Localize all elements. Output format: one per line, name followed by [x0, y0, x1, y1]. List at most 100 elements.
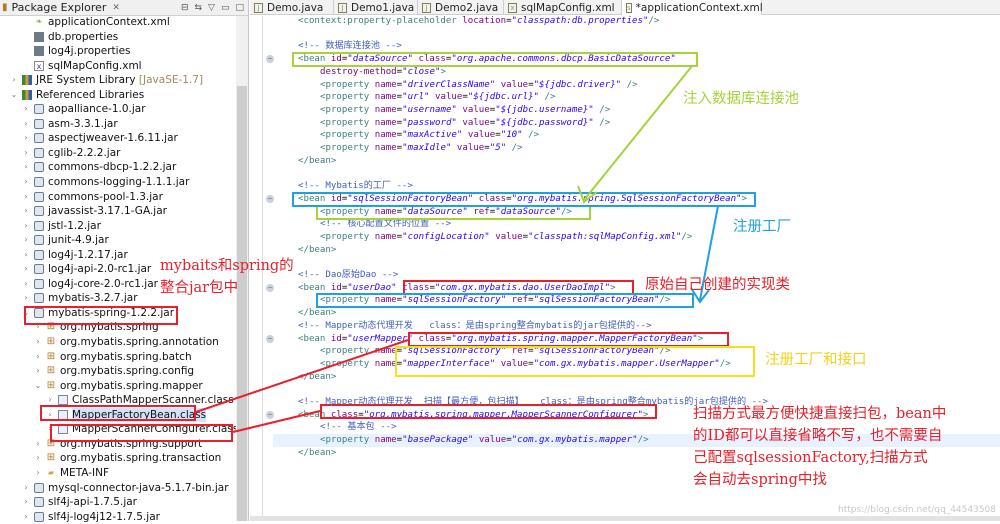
- chevron-right-icon[interactable]: ›: [22, 117, 30, 132]
- tree-item-label: jstl-1.2.jar: [48, 219, 101, 232]
- chevron-right-icon[interactable]: ›: [22, 277, 30, 292]
- tree-item[interactable]: › ⊞ org.mybatis.spring.config: [0, 364, 236, 379]
- view-menu-icon[interactable]: ▽: [208, 3, 215, 13]
- chevron-right-icon[interactable]: ›: [34, 451, 42, 466]
- xml-tag: </bean>: [298, 371, 337, 382]
- tree-item[interactable]: › ⊞ org.mybatis.spring.batch: [0, 350, 236, 365]
- code-line[interactable]: </bean>: [298, 244, 336, 257]
- chevron-right-icon[interactable]: ›: [22, 510, 30, 524]
- editor-tabs: J Demo.java J Demo1.java J Demo2.java x sqlMapC…: [250, 0, 1000, 15]
- link-with-editor-icon[interactable]: ⇆: [195, 3, 203, 13]
- jar-icon: [34, 118, 44, 129]
- chevron-right-icon[interactable]: ›: [22, 291, 30, 306]
- scrollbar-thumb[interactable]: [237, 86, 247, 521]
- tree-item[interactable]: db.properties: [0, 30, 236, 45]
- chevron-right-icon[interactable]: ›: [22, 204, 30, 219]
- tree-item[interactable]: › ⊞ org.mybatis.spring.annotation: [0, 335, 236, 350]
- code-line[interactable]: <property name="maxIdle" value="5" />: [320, 142, 523, 155]
- chevron-right-icon[interactable]: ›: [22, 233, 30, 248]
- tree-item[interactable]: log4j.properties: [0, 44, 236, 59]
- editor-tab[interactable]: J Demo.java: [250, 0, 334, 15]
- tree-item[interactable]: ⌄ ⊞ org.mybatis.spring.mapper: [0, 379, 236, 394]
- fold-toggle-icon[interactable]: −: [266, 55, 274, 64]
- chevron-right-icon[interactable]: ›: [22, 262, 30, 277]
- close-icon[interactable]: ✕: [112, 3, 120, 13]
- tree-item[interactable]: ⌄ Referenced Libraries: [0, 88, 236, 103]
- tree-item[interactable]: › ⊞ org.mybatis.spring.transaction: [0, 451, 236, 466]
- chevron-right-icon[interactable]: ›: [34, 364, 42, 379]
- xml-value: "basePackage": [402, 435, 474, 446]
- chevron-right-icon[interactable]: ›: [22, 146, 30, 161]
- tree-item[interactable]: › mysql-connector-java-5.1.7-bin.jar: [0, 481, 236, 496]
- editor-tab[interactable]: x sqlMapConfig.xml: [504, 0, 622, 15]
- tree-item[interactable]: x sqlMapConfig.xml: [0, 59, 236, 74]
- chevron-right-icon[interactable]: ›: [34, 437, 42, 452]
- tree-item[interactable]: › slf4j-log4j12-1.7.5.jar: [0, 510, 236, 524]
- tree-item[interactable]: › slf4j-api-1.7.5.jar: [0, 495, 236, 510]
- tree-item[interactable]: › javassist-3.17.1-GA.jar: [0, 204, 236, 219]
- code-line[interactable]: </bean>: [298, 371, 336, 384]
- tree-item[interactable]: › ▰ META-INF: [0, 466, 236, 481]
- code-line[interactable]: <property name="driverClassName" value="…: [320, 79, 638, 92]
- fold-toggle-icon[interactable]: −: [266, 194, 274, 203]
- chevron-right-icon[interactable]: ›: [22, 495, 30, 510]
- code-line[interactable]: <!-- Dao原始Dao -->: [298, 269, 398, 282]
- fold-toggle-icon[interactable]: −: [266, 334, 274, 343]
- chevron-right-icon[interactable]: ›: [22, 131, 30, 146]
- editor-tab[interactable]: J Demo2.java: [418, 0, 504, 15]
- tree-item[interactable]: › commons-logging-1.1.1.jar: [0, 175, 236, 190]
- code-line[interactable]: <context:property-placeholder location="…: [298, 15, 659, 28]
- jar-icon: [34, 162, 44, 173]
- tree-item[interactable]: › aopalliance-1.0.jar: [0, 102, 236, 117]
- chevron-right-icon[interactable]: ›: [10, 73, 18, 88]
- tree-item-label: cglib-2.2.2.jar: [48, 146, 121, 159]
- chevron-right-icon[interactable]: ›: [22, 175, 30, 190]
- code-line[interactable]: <property name="configLocation" value="c…: [320, 231, 692, 244]
- tree-item[interactable]: ❧ applicationContext.xml: [0, 15, 236, 30]
- tree-item[interactable]: › junit-4.9.jar: [0, 233, 236, 248]
- editor-tab[interactable]: s *applicationContext.xml: [622, 0, 763, 15]
- fold-toggle-icon[interactable]: −: [266, 410, 274, 419]
- code-line[interactable]: <!-- Mapper动态代理开发 class：是由spring整合mybati…: [298, 320, 652, 333]
- code-line[interactable]: <property name="username" value="${jdbc.…: [320, 104, 610, 117]
- code-line[interactable]: <property name="url" value="${jdbc.url}"…: [320, 91, 555, 104]
- tree-item[interactable]: › jstl-1.2.jar: [0, 219, 236, 234]
- maximize-icon[interactable]: □: [235, 3, 244, 13]
- chevron-down-icon[interactable]: ⌄: [34, 379, 42, 394]
- chevron-right-icon[interactable]: ›: [34, 466, 42, 481]
- tree-item[interactable]: › asm-3.3.1.jar: [0, 117, 236, 132]
- chevron-right-icon[interactable]: ›: [22, 481, 30, 496]
- code-line[interactable]: <!-- 基本包 -->: [320, 421, 397, 434]
- tree-item[interactable]: › JRE System Library [JavaSE-1.7]: [0, 73, 236, 88]
- chevron-down-icon[interactable]: ⌄: [10, 88, 18, 103]
- code-line[interactable]: <property name="basePackage" value="com.…: [320, 434, 649, 447]
- collapse-all-icon[interactable]: ⊟: [181, 3, 189, 13]
- highlight-box-datasource-bean: [292, 52, 698, 67]
- tree-item[interactable]: › commons-pool-1.3.jar: [0, 190, 236, 205]
- code-line[interactable]: <!-- Mybatis的工厂 -->: [298, 180, 413, 193]
- chevron-right-icon[interactable]: ›: [22, 160, 30, 175]
- code-line[interactable]: destroy-method="close">: [320, 66, 446, 79]
- chevron-right-icon[interactable]: ›: [34, 335, 42, 350]
- code-line[interactable]: <!-- 核心配置文件的位置 -->: [320, 218, 451, 231]
- code-line[interactable]: </bean>: [298, 155, 336, 168]
- chevron-right-icon[interactable]: ›: [22, 219, 30, 234]
- code-line[interactable]: <property name="maxActive" value="10" />: [320, 129, 539, 142]
- chevron-right-icon[interactable]: ›: [22, 190, 30, 205]
- code-line[interactable]: <property name="password" value="${jdbc.…: [320, 117, 610, 130]
- editor-tab[interactable]: J Demo1.java: [334, 0, 418, 15]
- chevron-right-icon[interactable]: ›: [22, 248, 30, 263]
- tree-item[interactable]: › cglib-2.2.2.jar: [0, 146, 236, 161]
- code-line[interactable]: </bean>: [298, 307, 336, 320]
- tree-item[interactable]: › aspectjweaver-1.6.11.jar: [0, 131, 236, 146]
- package-explorer-title[interactable]: Package Explorer: [12, 1, 107, 14]
- minimize-icon[interactable]: ▭: [221, 3, 230, 13]
- chevron-right-icon[interactable]: ›: [34, 350, 42, 365]
- xml-value: "username": [402, 104, 457, 115]
- pkg-icon: ⊞: [46, 379, 56, 391]
- tree-item[interactable]: › commons-dbcp-1.2.2.jar: [0, 160, 236, 175]
- note-inject-datasource: 注入数据库连接池: [683, 91, 799, 107]
- watermark: https://blog.csdn.net/qq_44543508: [838, 505, 997, 515]
- code-line[interactable]: </bean>: [298, 447, 336, 460]
- chevron-right-icon[interactable]: ›: [22, 102, 30, 117]
